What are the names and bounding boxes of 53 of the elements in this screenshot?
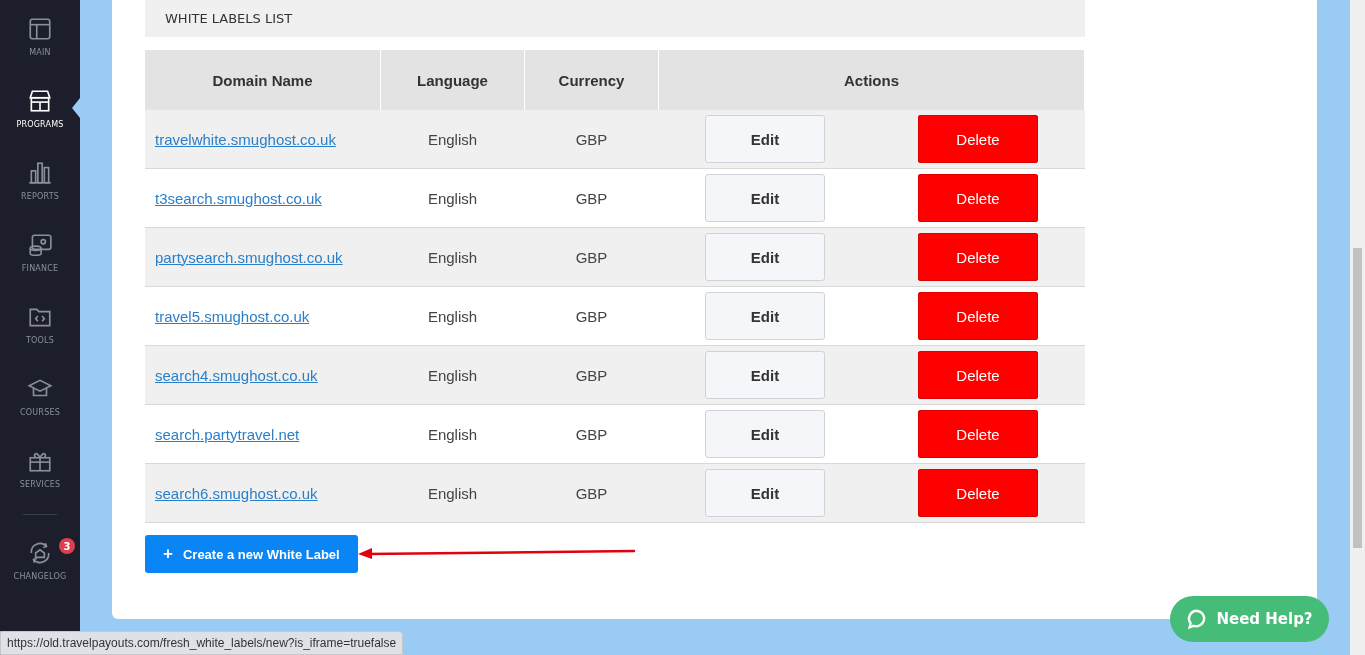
sidebar-item[interactable]: SERVICES xyxy=(0,432,80,504)
scrollbar[interactable] xyxy=(1350,0,1365,655)
table-cell-text: English xyxy=(427,484,478,502)
sidebar-item[interactable]: REPORTS xyxy=(0,144,80,216)
sidebar-item[interactable]: MAIN xyxy=(0,0,80,72)
table-cell-text: English xyxy=(427,366,478,384)
table-cell-text: GBP xyxy=(575,366,608,384)
column-header: Actions xyxy=(658,50,1085,110)
scrollbar-thumb[interactable] xyxy=(1353,248,1362,548)
status-bar-url: https://old.travelpayouts.com/fresh_white_labels/new?is_iframe=truefalse xyxy=(0,631,404,655)
table-cell-text: GBP xyxy=(575,484,608,502)
delete-button[interactable]: Delete xyxy=(918,233,1038,281)
table-cell-text: GBP xyxy=(575,425,608,443)
delete-button[interactable]: Delete xyxy=(918,292,1038,340)
table-cell-text: GBP xyxy=(575,307,608,325)
delete-button[interactable]: Delete xyxy=(918,469,1038,517)
sidebar-item[interactable]: COURSES xyxy=(0,360,80,432)
coins-icon xyxy=(27,231,53,258)
bar-chart-icon xyxy=(27,159,53,186)
table-cell-text: English xyxy=(427,248,478,266)
sidebar-item[interactable]: FINANCE xyxy=(0,216,80,288)
delete-button[interactable]: Delete xyxy=(918,410,1038,458)
domain-link[interactable]: search.partytravel.net xyxy=(155,425,300,443)
table-cell-text: GBP xyxy=(575,248,608,266)
table-cell-text: English xyxy=(427,425,478,443)
table-cell-text: English xyxy=(427,130,478,148)
edit-button[interactable]: Edit xyxy=(705,174,825,222)
notification-badge: 3 xyxy=(59,538,75,554)
layout-icon xyxy=(27,15,53,42)
sidebar-item[interactable]: TOOLS xyxy=(0,288,80,360)
edit-button[interactable]: Edit xyxy=(705,115,825,163)
delete-button[interactable]: Delete xyxy=(918,351,1038,399)
column-header: Currency xyxy=(524,50,659,110)
edit-button[interactable]: Edit xyxy=(705,410,825,458)
table-cell-text: GBP xyxy=(575,189,608,207)
section-title: WHITE LABELS LIST xyxy=(165,11,293,26)
edit-button[interactable]: Edit xyxy=(705,469,825,517)
domain-link[interactable]: t3search.smughost.co.uk xyxy=(155,189,322,207)
need-help-button[interactable]: Need Help? xyxy=(1170,596,1329,642)
delete-button[interactable]: Delete xyxy=(918,115,1038,163)
create-label-button[interactable]: + Create a new White Label xyxy=(145,535,358,573)
edit-button[interactable]: Edit xyxy=(705,292,825,340)
domain-link[interactable]: travel5.smughost.co.uk xyxy=(155,307,310,325)
edit-button[interactable]: Edit xyxy=(705,351,825,399)
storefront-icon xyxy=(27,87,53,114)
sidebar-item[interactable]: CHANGELOG 3 xyxy=(0,520,80,600)
table-cell-text: GBP xyxy=(575,130,608,148)
delete-button[interactable]: Delete xyxy=(918,174,1038,222)
table-cell-text: English xyxy=(427,189,478,207)
table-cell-text: English xyxy=(427,307,478,325)
edit-button[interactable]: Edit xyxy=(705,233,825,281)
column-header: Domain Name xyxy=(145,50,381,110)
column-header: Language xyxy=(380,50,525,110)
